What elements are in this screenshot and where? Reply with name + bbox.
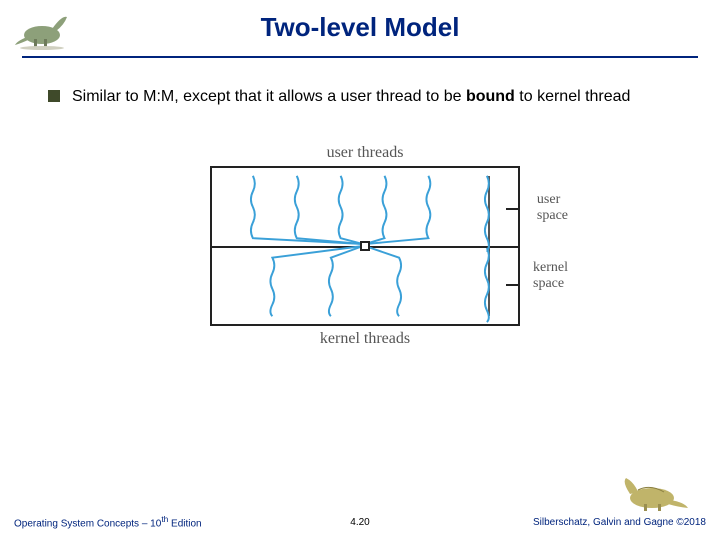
side-user-line1: user <box>537 192 560 207</box>
side-user-line2: space <box>537 208 568 223</box>
diagram-box: user space kernel space <box>210 166 520 326</box>
bullet-item: Similar to M:M, except that it allows a … <box>48 86 682 108</box>
bullet-marker-icon <box>48 90 60 102</box>
bullet-text-post: to kernel thread <box>515 88 631 105</box>
slide-title: Two-level Model <box>0 0 720 43</box>
diagram-top-label: user threads <box>165 144 565 162</box>
footer-right-year: 2018 <box>684 517 706 528</box>
footer-right-pre: Silberschatz, Galvin and Gagne <box>533 517 676 528</box>
slide-header: Two-level Model <box>0 0 720 60</box>
footer-left-post: Edition <box>168 519 201 530</box>
dinosaur-right-icon <box>620 472 690 512</box>
bullet-text-bold: bound <box>466 88 515 105</box>
diagram-bottom-label: kernel threads <box>165 330 565 348</box>
slide-footer: Operating System Concepts – 10th Edition… <box>0 510 720 540</box>
side-label-kernel: kernel space <box>533 260 568 294</box>
footer-right: Silberschatz, Galvin and Gagne ©2018 <box>370 517 706 528</box>
bullet-text-pre: Similar to M:M, except that it allows a … <box>72 88 466 105</box>
slide-content: Similar to M:M, except that it allows a … <box>0 60 720 348</box>
side-label-user: user space <box>537 192 568 226</box>
title-underline <box>22 56 698 58</box>
thread-model-diagram: user threads <box>165 144 565 348</box>
dinosaur-left-icon <box>12 5 72 50</box>
bound-thread-link <box>488 176 490 316</box>
footer-page-number: 4.20 <box>350 517 369 528</box>
side-kernel-line1: kernel <box>533 260 568 275</box>
side-tick-user <box>506 208 520 210</box>
bullet-text: Similar to M:M, except that it allows a … <box>72 86 630 108</box>
side-tick-kernel <box>506 284 520 286</box>
lwp-node-icon <box>360 241 370 251</box>
footer-left-pre: Operating System Concepts – 10 <box>14 519 161 530</box>
footer-left: Operating System Concepts – 10th Edition <box>14 514 350 529</box>
footer-right-copy: © <box>676 517 683 528</box>
side-kernel-line2: space <box>533 276 564 291</box>
